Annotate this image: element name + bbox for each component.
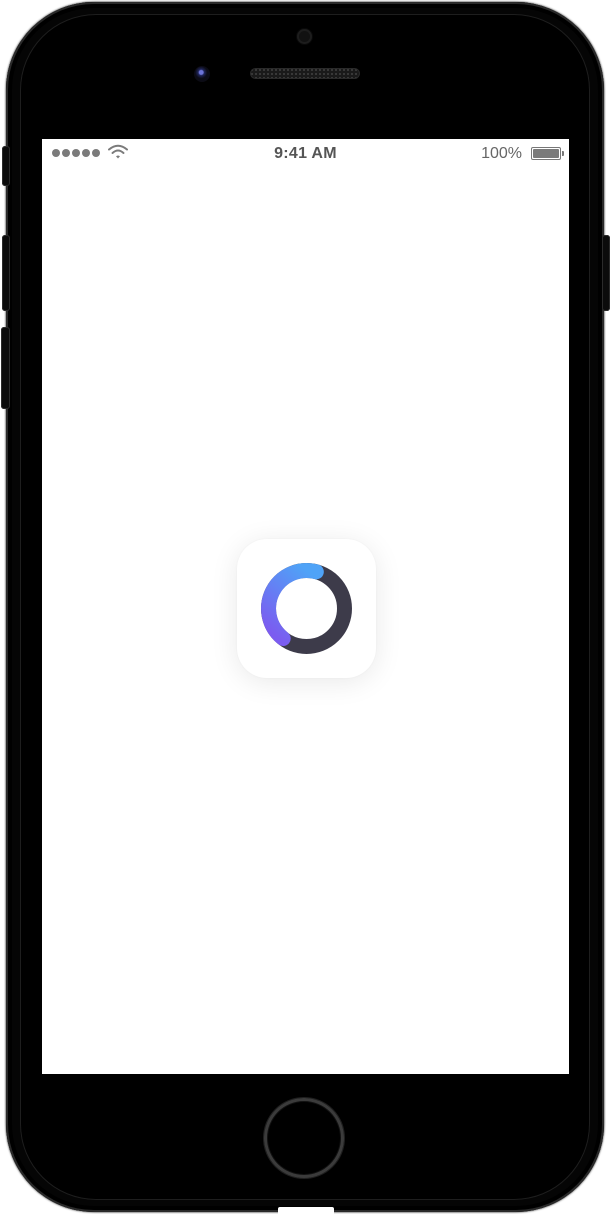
loading-ring-icon xyxy=(261,563,352,654)
battery-percentage: 100% xyxy=(481,145,522,162)
battery-level-fill xyxy=(533,149,559,158)
lightning-connector xyxy=(278,1207,334,1214)
volume-up-button[interactable] xyxy=(2,235,10,311)
home-button-icon[interactable] xyxy=(264,1098,344,1178)
earpiece-speaker xyxy=(250,68,360,79)
power-button[interactable] xyxy=(602,235,610,311)
front-camera-icon xyxy=(297,29,312,44)
volume-down-button[interactable] xyxy=(1,327,10,409)
battery-tip xyxy=(562,151,564,156)
mute-switch[interactable] xyxy=(2,146,10,186)
battery-icon xyxy=(531,147,561,160)
status-bar: 9:41 AM 100% xyxy=(42,139,569,169)
proximity-sensor-icon xyxy=(194,66,210,82)
app-icon[interactable] xyxy=(237,539,376,678)
screen: 9:41 AM 100% xyxy=(42,139,569,1074)
